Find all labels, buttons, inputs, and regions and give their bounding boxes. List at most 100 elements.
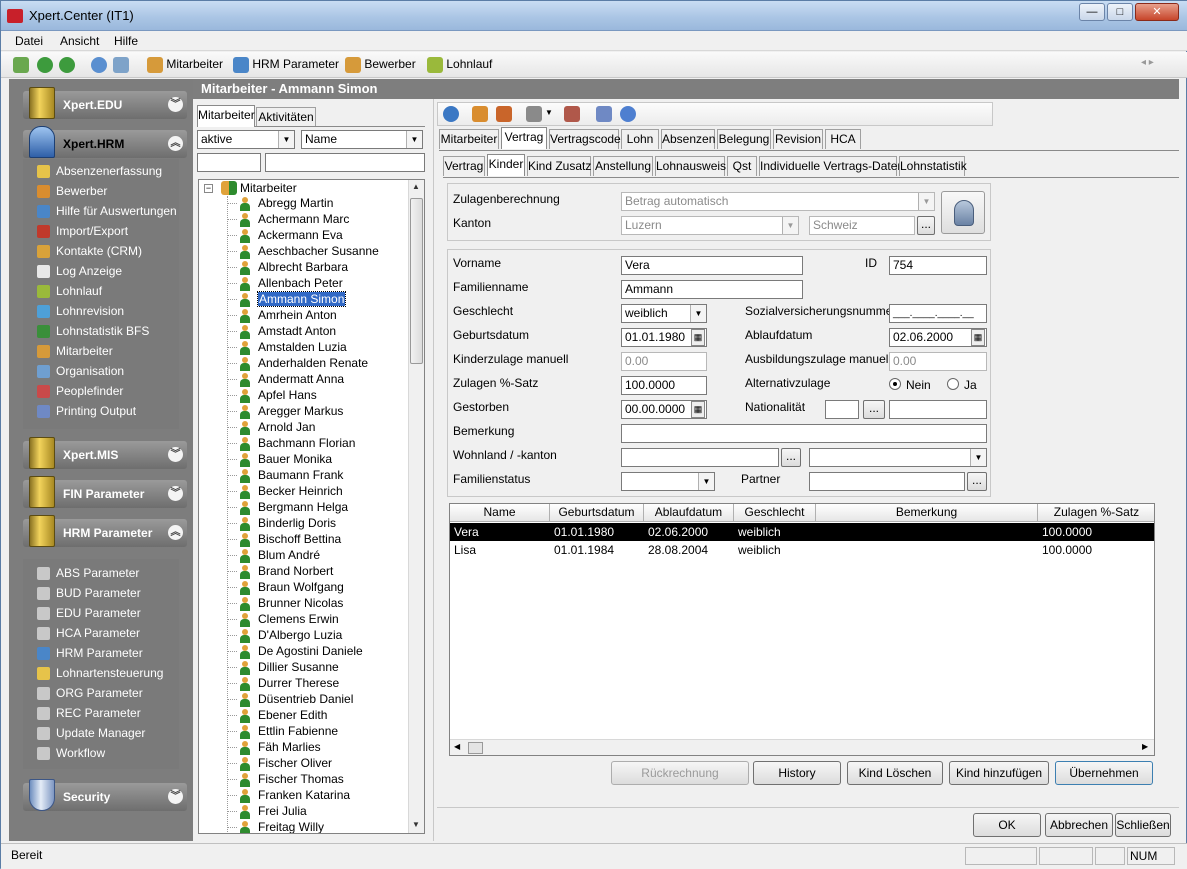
toolbar-mitarbeiter[interactable]: Mitarbeiter: [147, 57, 223, 73]
tree-item-fischer-oliver[interactable]: Fischer Oliver: [258, 756, 332, 770]
nav-group-fin-parameter[interactable]: FIN Parameter ︾: [23, 476, 187, 508]
tree-item-clemens-erwin[interactable]: Clemens Erwin: [258, 612, 339, 626]
kinderzulage-input[interactable]: 0.00: [621, 352, 707, 371]
nationalitaet-lookup-button[interactable]: ...: [863, 400, 885, 419]
subtab-kinder[interactable]: Kinder: [487, 154, 525, 176]
radio-nein-label[interactable]: Nein: [906, 378, 931, 392]
toolbar-bewerber[interactable]: Bewerber: [345, 57, 416, 73]
partner-lookup-button[interactable]: ...: [967, 472, 987, 491]
history-button[interactable]: History: [753, 761, 841, 785]
lock-button[interactable]: [941, 191, 985, 234]
familienstatus-select[interactable]: ▼: [621, 472, 715, 491]
tree-item-ebener-edith[interactable]: Ebener Edith: [258, 708, 327, 722]
scroll-left-arrow[interactable]: ◀: [454, 742, 460, 751]
tab-belegung[interactable]: Belegung: [717, 129, 771, 149]
chevron-down-icon[interactable]: ︾: [168, 486, 183, 501]
close-button[interactable]: ✕: [1135, 3, 1179, 21]
subtab-lohnausweis[interactable]: Lohnausweis: [655, 156, 726, 176]
uebernehmen-button[interactable]: Übernehmen: [1055, 761, 1153, 785]
tree-item-brand-norbert[interactable]: Brand Norbert: [258, 564, 333, 578]
tree-item-aeschbacher-susanne[interactable]: Aeschbacher Susanne: [258, 244, 379, 258]
nav-item-organisation[interactable]: Organisation: [56, 364, 124, 378]
minimize-button[interactable]: —: [1079, 3, 1105, 21]
tree-item-bauer-monika[interactable]: Bauer Monika: [258, 452, 332, 466]
view-icon[interactable]: [526, 106, 542, 122]
tree-item-durrer-therese[interactable]: Durrer Therese: [258, 676, 339, 690]
scroll-down-arrow[interactable]: ▼: [412, 820, 420, 829]
sozialversicherungsnummer-input[interactable]: ___.____.____.__: [889, 304, 987, 323]
tree-item-amrhein-anton[interactable]: Amrhein Anton: [258, 308, 337, 322]
scroll-right-arrow[interactable]: ▶: [1142, 742, 1148, 751]
abbrechen-button[interactable]: Abbrechen: [1045, 813, 1113, 837]
zulagenberechnung-select[interactable]: Betrag automatisch ▼: [621, 192, 935, 211]
print-icon[interactable]: [113, 57, 129, 73]
chevron-down-icon[interactable]: ︾: [168, 789, 183, 804]
vorname-input[interactable]: Vera: [621, 256, 803, 275]
col-header-geschlecht[interactable]: Geschlecht: [734, 504, 816, 522]
archive-icon[interactable]: [596, 106, 612, 122]
tab-revision[interactable]: Revision: [773, 129, 823, 149]
ausbildungszulage-input[interactable]: 0.00: [889, 352, 987, 371]
radio-ja-label[interactable]: Ja: [964, 378, 977, 392]
bemerkung-input[interactable]: [621, 424, 987, 443]
tree-item-d-albergo-luzia[interactable]: D'Albergo Luzia: [258, 628, 342, 642]
subtab-individuelle-vertrags-daten[interactable]: Individuelle Vertrags-Daten: [759, 156, 904, 176]
ok-button[interactable]: OK: [973, 813, 1041, 837]
nav-item-mitarbeiter[interactable]: Mitarbeiter: [56, 344, 113, 358]
partner-input[interactable]: [809, 472, 965, 491]
tree-item-de-agostini-daniele[interactable]: De Agostini Daniele: [258, 644, 363, 658]
col-header-ablaufdatum[interactable]: Ablaufdatum: [644, 504, 734, 522]
nav-item-rec-parameter[interactable]: REC Parameter: [56, 706, 141, 720]
nationalitaet-name-input[interactable]: [889, 400, 987, 419]
subtab-kind-zusatz[interactable]: Kind Zusatz: [527, 156, 591, 176]
tree-item-bachmann-florian[interactable]: Bachmann Florian: [258, 436, 355, 450]
menu-ansicht[interactable]: Ansicht: [60, 34, 99, 48]
nav-item-update-manager[interactable]: Update Manager: [56, 726, 145, 740]
tree-item-frei-julia[interactable]: Frei Julia: [258, 804, 307, 818]
nav-item-abs-parameter[interactable]: ABS Parameter: [56, 566, 139, 580]
id-field[interactable]: 754: [889, 256, 987, 275]
toolbar-lohnlauf[interactable]: Lohnlauf: [427, 57, 492, 73]
nav-group-xpert-mis[interactable]: Xpert.MIS ︾: [23, 437, 187, 469]
tree-item-amstalden-luzia[interactable]: Amstalden Luzia: [258, 340, 347, 354]
refresh-icon[interactable]: [443, 106, 459, 122]
tree-item-fischer-thomas[interactable]: Fischer Thomas: [258, 772, 344, 786]
nav-group-xpert-edu[interactable]: Xpert.EDU ︾: [23, 87, 187, 119]
scroll-thumb[interactable]: [468, 742, 483, 754]
col-header-name[interactable]: Name: [450, 504, 550, 522]
col-header-zulagen-satz[interactable]: Zulagen %-Satz: [1038, 504, 1154, 522]
tree-item-blum-andre[interactable]: Blum André: [258, 548, 320, 562]
nav-item-lohnartensteuerung[interactable]: Lohnartensteuerung: [56, 666, 163, 680]
nav-item-org-parameter[interactable]: ORG Parameter: [56, 686, 143, 700]
scroll-thumb[interactable]: [410, 198, 423, 364]
tab-vertrag[interactable]: Vertrag: [501, 127, 547, 149]
nav-item-printing-output[interactable]: Printing Output: [56, 404, 136, 418]
subtab-lohnstatistik[interactable]: Lohnstatistik: [899, 156, 967, 176]
tree-item-dusentrieb-daniel[interactable]: Düsentrieb Daniel: [258, 692, 353, 706]
tab-absenzen[interactable]: Absenzen: [661, 129, 715, 149]
scroll-up-arrow[interactable]: ▲: [412, 182, 420, 191]
maximize-button[interactable]: □: [1107, 3, 1133, 21]
schliessen-button[interactable]: Schließen: [1115, 813, 1171, 837]
subtab-qst[interactable]: Qst: [727, 156, 757, 176]
radio-nein[interactable]: [889, 378, 901, 390]
tree-item-franken-katarina[interactable]: Franken Katarina: [258, 788, 350, 802]
toolbar-hrm-parameter[interactable]: HRM Parameter: [233, 57, 339, 73]
link-icon[interactable]: [564, 106, 580, 122]
tree-scrollbar[interactable]: ▲ ▼: [408, 180, 424, 833]
tree-item-bischoff-bettina[interactable]: Bischoff Bettina: [258, 532, 341, 546]
nav-item-lohnlauf[interactable]: Lohnlauf: [56, 284, 102, 298]
calendar-icon[interactable]: ▦: [691, 401, 705, 418]
tree-item-baumann-frank[interactable]: Baumann Frank: [258, 468, 343, 482]
tree-collapse-toggle[interactable]: −: [204, 184, 213, 193]
view-dropdown-arrow[interactable]: ▼: [545, 108, 553, 117]
toolbar-scroll-arrows[interactable]: ◂ ▸: [1141, 57, 1154, 68]
remove-person-icon[interactable]: [496, 106, 512, 122]
tree-item-apfel-hans[interactable]: Apfel Hans: [258, 388, 317, 402]
nav-item-absenzenerfassung[interactable]: Absenzenerfassung: [56, 164, 162, 178]
nationalitaet-code-input[interactable]: [825, 400, 859, 419]
horizontal-scrollbar[interactable]: ◀ ▶: [450, 739, 1154, 755]
radio-ja[interactable]: [947, 378, 959, 390]
tree-item-fah-marlies[interactable]: Fäh Marlies: [258, 740, 321, 754]
tree-item-ettlin-fabienne[interactable]: Ettlin Fabienne: [258, 724, 338, 738]
